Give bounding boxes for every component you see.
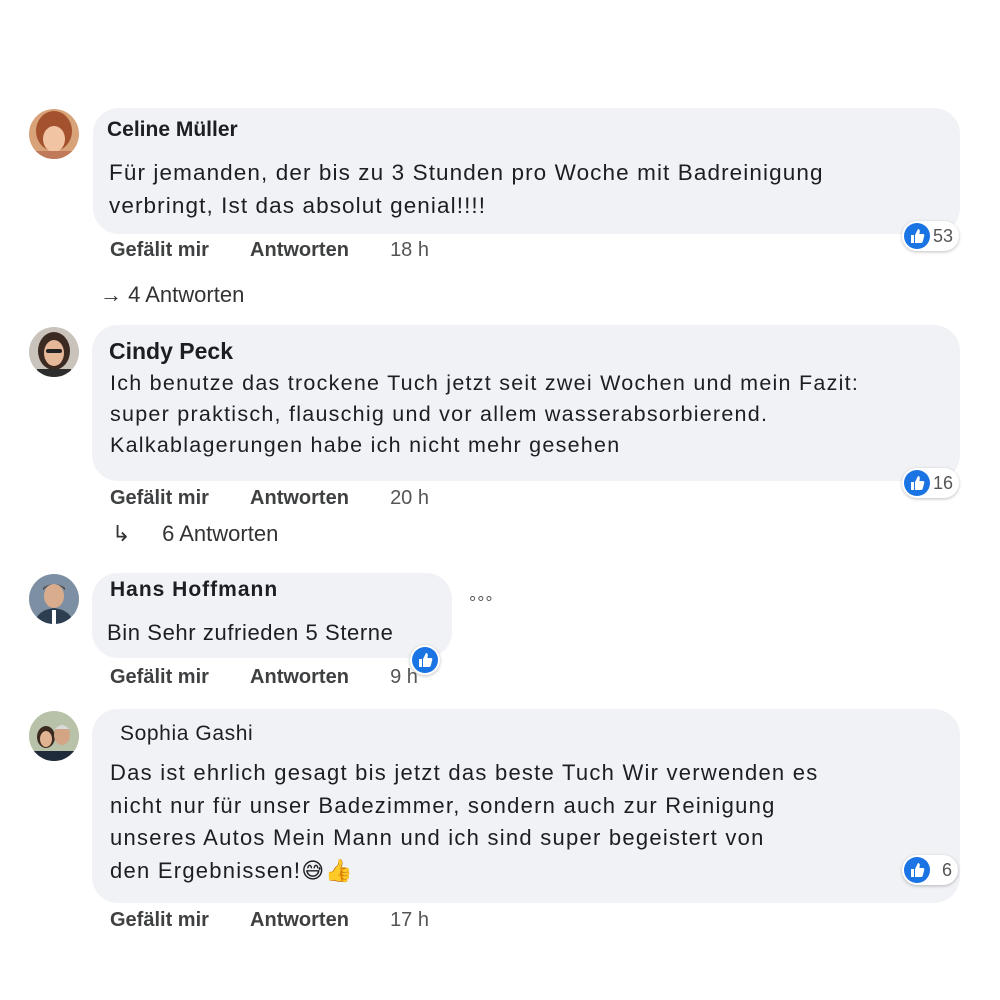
avatar-hans[interactable] xyxy=(29,574,79,624)
reply-arrow-icon: → xyxy=(100,282,122,307)
reaction-count: 6 xyxy=(942,859,953,880)
comment-author[interactable]: Cindy Peck xyxy=(109,338,233,365)
reply-button[interactable]: Antworten xyxy=(250,487,349,510)
comment-author[interactable]: Sophia Gashi xyxy=(120,722,253,746)
view-replies-link[interactable]: → 4 Antworten xyxy=(100,282,244,308)
avatar-celine[interactable] xyxy=(29,109,79,159)
comment-actions: Gefälit mir Antworten 18 h xyxy=(110,239,429,262)
like-thumb-icon xyxy=(904,470,930,496)
comment-actions: Gefälit mir Antworten 9 h xyxy=(110,666,418,689)
reply-button[interactable]: Antworten xyxy=(250,666,349,689)
avatar-cindy[interactable] xyxy=(29,327,79,377)
view-replies-link[interactable]: ↳ 6 Antworten xyxy=(112,521,278,547)
comment-text: Bin Sehr zufrieden 5 Sterne xyxy=(107,620,394,645)
comment-text: Für jemanden, der bis zu 3 Stunden pro W… xyxy=(109,160,824,218)
like-button[interactable]: Gefälit mir xyxy=(110,666,209,689)
reaction-badge[interactable]: 53 xyxy=(902,221,960,251)
comment-time[interactable]: 17 h xyxy=(390,909,429,932)
comment-actions: Gefälit mir Antworten 20 h xyxy=(110,487,429,510)
reaction-count: 16 xyxy=(933,472,954,493)
reaction-count: 53 xyxy=(933,225,954,246)
like-thumb-icon xyxy=(904,223,930,249)
like-button[interactable]: Gefälit mir xyxy=(110,909,209,932)
comment-actions: Gefälit mir Antworten 17 h xyxy=(110,909,429,932)
reply-arrow-icon: ↳ xyxy=(112,521,131,546)
replies-count: 6 Antworten xyxy=(162,521,279,546)
reaction-badge[interactable]: 6 xyxy=(902,855,959,885)
more-options-icon[interactable]: °°° xyxy=(469,593,494,614)
comment-author[interactable]: Celine Müller xyxy=(107,118,238,142)
replies-count: 4 Antworten xyxy=(128,282,245,307)
avatar-photo xyxy=(29,327,79,377)
like-thumb-icon xyxy=(904,857,930,883)
comment-time[interactable]: 20 h xyxy=(390,487,429,510)
comment-time[interactable]: 9 h xyxy=(390,666,418,689)
avatar-photo xyxy=(29,711,79,761)
avatar-photo xyxy=(29,109,79,159)
avatar-sophia[interactable] xyxy=(29,711,79,761)
comment-author[interactable]: Hans Hoffmann xyxy=(110,578,278,602)
comment-text: Das ist ehrlich gesagt bis jetzt das bes… xyxy=(110,760,819,883)
reaction-badge[interactable]: 16 xyxy=(902,468,960,498)
like-button[interactable]: Gefälit mir xyxy=(110,239,209,262)
avatar-photo xyxy=(29,574,79,624)
reply-button[interactable]: Antworten xyxy=(250,909,349,932)
reply-button[interactable]: Antworten xyxy=(250,239,349,262)
comment-time[interactable]: 18 h xyxy=(390,239,429,262)
like-button[interactable]: Gefälit mir xyxy=(110,487,209,510)
comment-text: Ich benutze das trockene Tuch jetzt seit… xyxy=(110,371,860,457)
